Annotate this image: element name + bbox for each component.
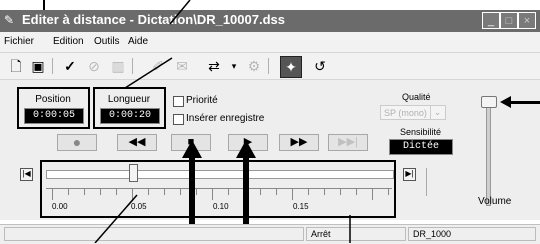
toolbar-separator: [52, 58, 53, 74]
ruler-tick: [292, 188, 293, 200]
length-label: Longueur: [107, 94, 151, 105]
volume-slider-thumb[interactable]: [481, 96, 497, 108]
ruler-tick: [340, 188, 341, 195]
ruler-tick: [260, 188, 261, 195]
end-button[interactable]: ▶▶|: [328, 134, 368, 151]
ruler-tick: [68, 188, 69, 195]
menu-outils[interactable]: Outils: [94, 36, 120, 47]
annotation-arrowhead: [500, 96, 511, 108]
position-display: 0:00:05: [24, 108, 84, 124]
tick-label: 0.05: [131, 202, 147, 211]
ruler-tick: [116, 188, 117, 195]
cancel-icon[interactable]: ⊘: [84, 56, 104, 76]
menu-aide[interactable]: Aide: [128, 36, 148, 47]
book-icon[interactable]: ▥: [108, 56, 128, 76]
tick-label: 0.15: [293, 202, 309, 211]
tick-label: 0.00: [52, 202, 68, 211]
ruler-tick: [276, 188, 277, 195]
ruler-tick: [148, 188, 149, 195]
insert-label: Insérer enregistre: [186, 113, 265, 124]
check-icon[interactable]: ✓: [60, 56, 80, 76]
ruler-tick: [308, 188, 309, 195]
menu-fichier[interactable]: Fichier: [4, 36, 34, 47]
ruler-tick: [100, 188, 101, 195]
fast-forward-button[interactable]: ▶▶: [279, 134, 319, 151]
ruler-tick: [388, 188, 389, 195]
timeline-ticks: 0.00 0.05 0.10 0.15: [46, 188, 392, 218]
timeline-track[interactable]: [46, 170, 394, 179]
chevron-down-icon[interactable]: ▾: [224, 56, 244, 76]
save-icon[interactable]: ▣: [28, 56, 48, 76]
annotation-arrowhead: [236, 140, 256, 158]
timeline-thumb[interactable]: [128, 164, 138, 182]
priority-checkbox[interactable]: [173, 96, 184, 107]
ruler-tick: [212, 188, 213, 200]
quality-value: SP (mono): [384, 108, 427, 118]
position-label: Position: [35, 94, 71, 105]
undo-icon[interactable]: ↺: [310, 56, 330, 76]
volume-slider-track[interactable]: [486, 104, 491, 206]
menu-edition[interactable]: Edition: [53, 36, 84, 47]
rewind-button[interactable]: ◀◀: [117, 134, 157, 151]
wizard-icon[interactable]: ✦: [280, 56, 302, 78]
ruler-tick: [372, 188, 373, 200]
settings-icon[interactable]: ⚙: [244, 56, 264, 76]
ruler-tick: [356, 188, 357, 195]
annotation-arrow-volume: [510, 101, 540, 104]
menu-bar: Fichier Edition Outils Aide: [0, 32, 540, 53]
close-button[interactable]: ×: [518, 12, 536, 29]
annotation-arrowhead: [182, 140, 202, 158]
ruler-tick: [180, 188, 181, 195]
skip-start-icon[interactable]: |◀: [20, 168, 33, 181]
pencil-icon: ✎: [4, 13, 15, 27]
volume-label: Volume: [478, 196, 512, 207]
status-bar: Arrêt DR_1000: [0, 224, 540, 244]
sensitivity-label: Sensibilité: [400, 127, 442, 137]
toolbar: 🗋 ▣ ✓ ⊘ ▥ ✐ ✉ ⇄ ▾ ⚙ ✦ ↺: [0, 53, 540, 80]
ruler-tick: [196, 188, 197, 195]
skip-end-icon[interactable]: ▶|: [403, 168, 416, 181]
ruler-tick: [132, 188, 133, 200]
priority-label: Priorité: [186, 95, 218, 106]
chevron-down-icon: ⌄: [430, 106, 444, 119]
sensitivity-display[interactable]: Dictée: [389, 139, 453, 155]
ruler-tick: [52, 188, 53, 200]
title-bar: ✎ Editer à distance - Dictation\DR_10007…: [0, 10, 540, 32]
ruler-tick: [228, 188, 229, 195]
new-document-icon[interactable]: 🗋: [6, 56, 26, 76]
ruler-tick: [84, 188, 85, 195]
toolbar-separator: [132, 58, 133, 74]
insert-checkbox[interactable]: [173, 114, 184, 125]
quality-select[interactable]: SP (mono) ⌄: [380, 105, 446, 120]
status-cell-empty: [4, 227, 304, 241]
toolbar-separator: [268, 58, 269, 74]
maximize-button[interactable]: □: [500, 12, 518, 29]
length-display: 0:00:20: [100, 108, 160, 124]
status-state: Arrêt: [306, 227, 406, 241]
ruler-tick: [164, 188, 165, 195]
ruler-tick: [324, 188, 325, 195]
send-icon[interactable]: ⇄: [204, 56, 224, 76]
edit-icon[interactable]: ✐: [148, 56, 168, 76]
tick-label: 0.10: [213, 202, 229, 211]
record-button[interactable]: ●: [57, 134, 97, 151]
attach-icon[interactable]: ✉: [172, 56, 192, 76]
status-file: DR_1000: [408, 227, 536, 241]
quality-label: Qualité: [402, 92, 431, 102]
window-title: Editer à distance - Dictation\DR_10007.d…: [22, 12, 285, 27]
timeline-level-meter: [426, 168, 433, 196]
minimize-button[interactable]: _: [482, 12, 500, 29]
